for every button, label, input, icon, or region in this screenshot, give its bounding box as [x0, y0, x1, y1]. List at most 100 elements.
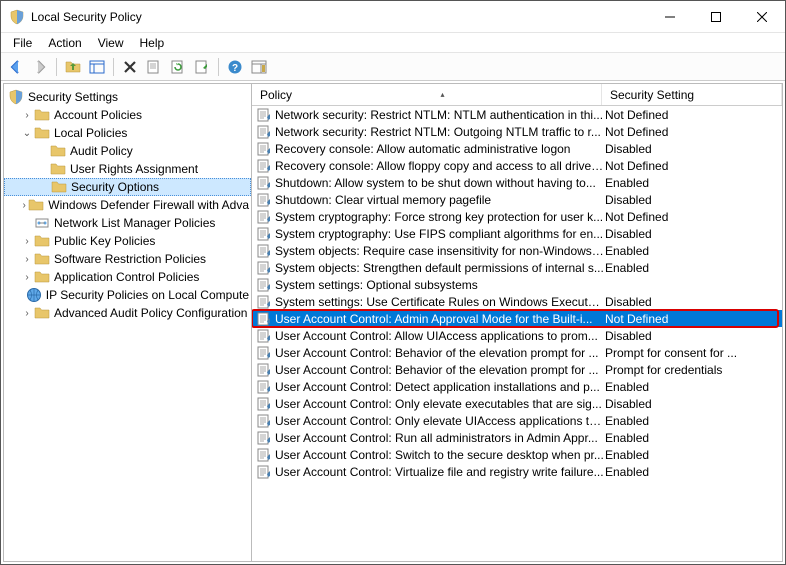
tree-item-label: Network List Manager Policies [54, 216, 215, 230]
policy-setting: Enabled [605, 465, 782, 479]
policy-row[interactable]: System objects: Strengthen default permi… [252, 259, 782, 276]
menu-view[interactable]: View [90, 34, 132, 52]
tree-root[interactable]: Security Settings [4, 88, 251, 106]
tree-item-label: User Rights Assignment [70, 162, 198, 176]
policy-item-icon [256, 226, 272, 242]
folder-icon [50, 143, 66, 159]
policy-row[interactable]: User Account Control: Only elevate UIAcc… [252, 412, 782, 429]
tree-item-label: Advanced Audit Policy Configuration [54, 306, 247, 320]
policy-row[interactable]: User Account Control: Virtualize file an… [252, 463, 782, 480]
chevron-right-icon[interactable]: › [20, 252, 34, 266]
policy-item-icon [256, 430, 272, 446]
policy-row[interactable]: Recovery console: Allow floppy copy and … [252, 157, 782, 174]
tree-item[interactable]: Security Options [4, 178, 251, 196]
tree-item-label: Windows Defender Firewall with Adva [48, 198, 249, 212]
menu-help[interactable]: Help [132, 34, 173, 52]
folder-icon [50, 161, 66, 177]
action-pane-button[interactable] [248, 56, 270, 78]
policy-row[interactable]: Shutdown: Clear virtual memory pagefileD… [252, 191, 782, 208]
delete-button[interactable] [119, 56, 141, 78]
policy-row[interactable]: System settings: Use Certificate Rules o… [252, 293, 782, 310]
policy-row[interactable]: Network security: Restrict NTLM: Outgoin… [252, 123, 782, 140]
tree-item[interactable]: User Rights Assignment [4, 160, 251, 178]
policy-item-icon [256, 294, 272, 310]
policy-row[interactable]: User Account Control: Behavior of the el… [252, 361, 782, 378]
chevron-right-icon [20, 216, 34, 230]
policy-item-icon [256, 447, 272, 463]
app-icon [9, 9, 25, 25]
maximize-button[interactable] [693, 1, 739, 32]
policy-row[interactable]: User Account Control: Allow UIAccess app… [252, 327, 782, 344]
tree-item[interactable]: › Advanced Audit Policy Configuration [4, 304, 251, 322]
up-button[interactable] [62, 56, 84, 78]
minimize-button[interactable] [647, 1, 693, 32]
col-header-policy[interactable]: Policy ▴ [252, 84, 602, 105]
policy-row[interactable]: User Account Control: Only elevate execu… [252, 395, 782, 412]
policy-setting: Enabled [605, 176, 782, 190]
col-header-setting[interactable]: Security Setting [602, 84, 782, 105]
export-button[interactable] [191, 56, 213, 78]
policy-row[interactable]: User Account Control: Behavior of the el… [252, 344, 782, 361]
tree-item-label: Account Policies [54, 108, 142, 122]
tree-item[interactable]: IP Security Policies on Local Compute [4, 286, 251, 304]
policy-row[interactable]: User Account Control: Detect application… [252, 378, 782, 395]
policy-row[interactable]: User Account Control: Switch to the secu… [252, 446, 782, 463]
policy-row[interactable]: Recovery console: Allow automatic admini… [252, 140, 782, 157]
tree-item[interactable]: ›Application Control Policies [4, 268, 251, 286]
policy-item-icon [256, 413, 272, 429]
tree-item[interactable]: ›Software Restriction Policies [4, 250, 251, 268]
tree-item-label: IP Security Policies on Local Compute [46, 288, 249, 302]
content: Security Settings › Account Policies ⌄Loca… [3, 83, 783, 562]
chevron-right-icon[interactable]: › [20, 108, 34, 122]
policy-item-icon [256, 311, 272, 327]
help-button[interactable]: ? [224, 56, 246, 78]
tree-item[interactable]: ›Public Key Policies [4, 232, 251, 250]
policy-setting: Prompt for consent for ... [605, 346, 782, 360]
policy-item-icon [256, 464, 272, 480]
policy-row[interactable]: System cryptography: Force strong key pr… [252, 208, 782, 225]
tree-item[interactable]: Network List Manager Policies [4, 214, 251, 232]
chevron-right-icon[interactable]: › [20, 270, 34, 284]
policy-row[interactable]: System objects: Require case insensitivi… [252, 242, 782, 259]
policy-row[interactable]: Network security: Restrict NTLM: NTLM au… [252, 106, 782, 123]
policy-row[interactable]: System settings: Optional subsystems [252, 276, 782, 293]
chevron-right-icon[interactable]: › [20, 306, 34, 320]
policy-row[interactable]: System cryptography: Use FIPS compliant … [252, 225, 782, 242]
policy-setting: Disabled [605, 397, 782, 411]
chevron-right-icon[interactable]: › [20, 234, 34, 248]
policy-name: System settings: Use Certificate Rules o… [275, 295, 605, 309]
policy-item-icon [256, 345, 272, 361]
policy-row[interactable]: User Account Control: Admin Approval Mod… [252, 310, 782, 327]
policy-setting: Enabled [605, 448, 782, 462]
properties-button[interactable] [143, 56, 165, 78]
back-button[interactable] [5, 56, 27, 78]
policy-item-icon [256, 362, 272, 378]
policy-row[interactable]: User Account Control: Run all administra… [252, 429, 782, 446]
tree-item[interactable]: › Windows Defender Firewall with Adva [4, 196, 251, 214]
policy-item-icon [256, 328, 272, 344]
refresh-button[interactable] [167, 56, 189, 78]
tree-item[interactable]: ⌄Local Policies [4, 124, 251, 142]
policy-setting: Enabled [605, 414, 782, 428]
chevron-down-icon[interactable]: ⌄ [20, 126, 34, 140]
policy-setting: Disabled [605, 193, 782, 207]
show-hide-tree-button[interactable] [86, 56, 108, 78]
policy-name: System objects: Require case insensitivi… [275, 244, 605, 258]
folder-icon [51, 179, 67, 195]
tree-pane[interactable]: Security Settings › Account Policies ⌄Loca… [4, 84, 252, 561]
policy-name: Network security: Restrict NTLM: Outgoin… [275, 125, 605, 139]
tree-item-label: Audit Policy [70, 144, 133, 158]
menu-file[interactable]: File [5, 34, 40, 52]
policy-setting: Enabled [605, 431, 782, 445]
list-body[interactable]: Network security: Restrict NTLM: NTLM au… [252, 106, 782, 561]
chevron-right-icon[interactable]: › [20, 198, 28, 212]
tree-item[interactable]: › Account Policies [4, 106, 251, 124]
policy-name: User Account Control: Only elevate execu… [275, 397, 605, 411]
forward-button[interactable] [29, 56, 51, 78]
menu-action[interactable]: Action [40, 34, 89, 52]
policy-name: Network security: Restrict NTLM: NTLM au… [275, 108, 605, 122]
close-button[interactable] [739, 1, 785, 32]
policy-setting: Enabled [605, 380, 782, 394]
tree-item[interactable]: Audit Policy [4, 142, 251, 160]
policy-row[interactable]: Shutdown: Allow system to be shut down w… [252, 174, 782, 191]
